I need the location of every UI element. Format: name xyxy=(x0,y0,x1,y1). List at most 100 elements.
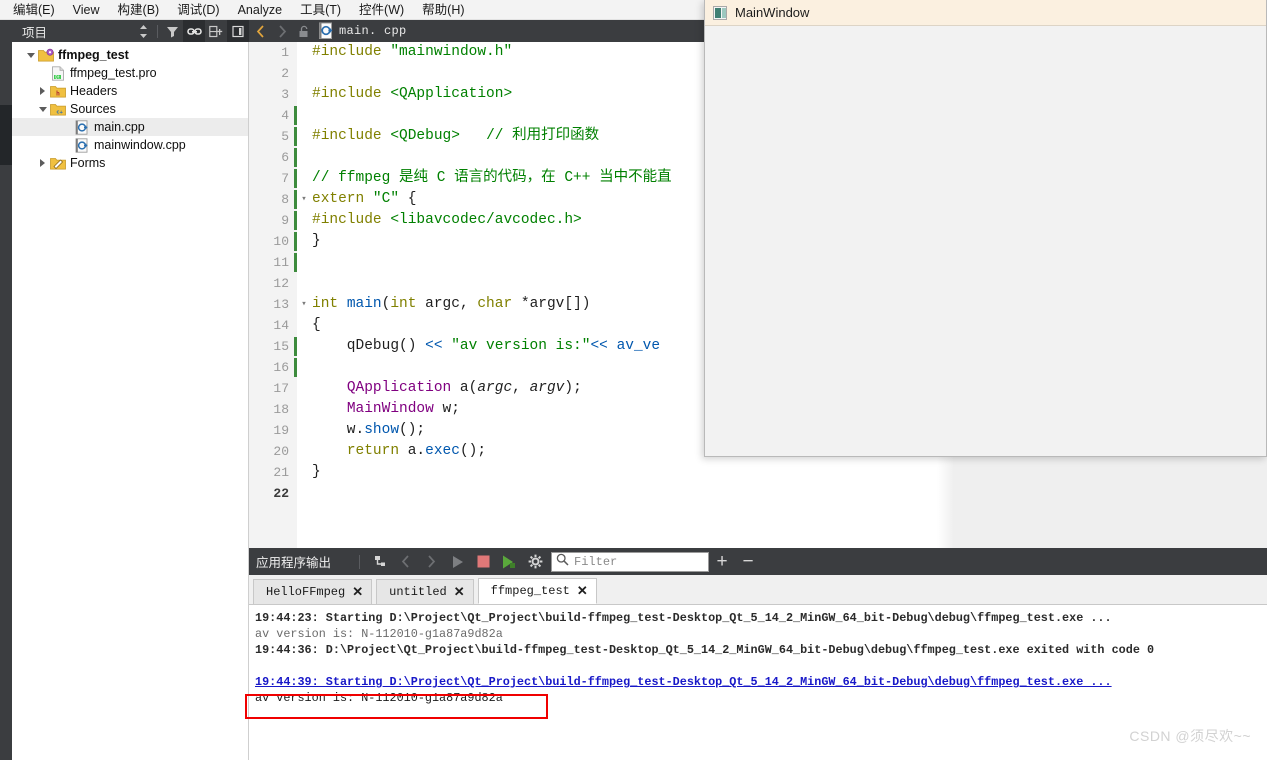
line-number: 2 xyxy=(281,66,289,81)
change-marker xyxy=(294,106,297,125)
code-text: #include <QApplication> xyxy=(312,84,512,105)
tree-item-main-cpp[interactable]: main.cpp xyxy=(12,118,248,136)
code-token: main xyxy=(346,296,382,312)
code-token: return xyxy=(346,443,408,459)
code-token: #include xyxy=(312,128,391,144)
chevron-down-icon[interactable] xyxy=(36,100,49,118)
filter-icon[interactable] xyxy=(161,20,183,42)
menu-item-build[interactable]: 构建(B) xyxy=(109,0,169,20)
fold-marker-icon[interactable]: ▾ xyxy=(297,189,311,210)
output-text-area[interactable]: 19:44:23: Starting D:\Project\Qt_Project… xyxy=(249,606,1267,760)
change-marker xyxy=(294,148,297,167)
tree-item-label: Sources xyxy=(70,102,116,116)
close-icon[interactable]: ✕ xyxy=(577,583,588,599)
prev-item-icon[interactable] xyxy=(392,548,418,575)
stop-icon[interactable] xyxy=(470,548,496,575)
output-tab-label: HelloFFmpeg xyxy=(266,585,346,599)
output-line[interactable]: 19:44:39: Starting D:\Project\Qt_Project… xyxy=(255,674,1267,690)
settings-gear-icon[interactable] xyxy=(522,548,548,575)
mode-selector-strip[interactable] xyxy=(0,20,12,760)
tree-item-label: main.cpp xyxy=(94,120,145,134)
fold-marker-icon[interactable]: ▾ xyxy=(297,294,311,315)
output-line[interactable]: 19:44:23: Starting D:\Project\Qt_Project… xyxy=(255,610,1267,626)
output-tab-untitled[interactable]: untitled ✕ xyxy=(376,579,474,604)
chevron-right-icon[interactable] xyxy=(36,82,49,100)
mainwindow-app-window[interactable]: MainWindow xyxy=(704,0,1267,457)
tree-item-label: ffmpeg_test.pro xyxy=(70,66,157,80)
project-tree[interactable]: ffmpeg_test Qt ffmpeg_test.pro h Headers… xyxy=(12,42,249,760)
code-token: "av version is:" xyxy=(451,338,591,354)
output-tab-helloffmpeg[interactable]: HelloFFmpeg ✕ xyxy=(253,579,373,604)
mainwindow-title-bar[interactable]: MainWindow xyxy=(705,0,1266,26)
tree-item-mainwindow-cpp[interactable]: mainwindow.cpp xyxy=(12,136,248,154)
editor-tab-filename[interactable]: main. cpp xyxy=(339,24,407,38)
change-marker xyxy=(294,232,297,251)
tree-item-headers[interactable]: h Headers xyxy=(12,82,248,100)
chevron-right-icon[interactable] xyxy=(36,154,49,172)
change-marker xyxy=(294,253,297,272)
code-token: MainWindow xyxy=(346,401,434,417)
line-number: 10 xyxy=(273,234,289,249)
headers-folder-icon: h xyxy=(49,82,67,100)
output-tab-ffmpeg-test[interactable]: ffmpeg_test ✕ xyxy=(477,578,597,604)
menu-item-view[interactable]: View xyxy=(64,0,109,20)
line-number: 12 xyxy=(273,276,289,291)
code-text: MainWindow w; xyxy=(312,399,460,420)
code-token: { xyxy=(399,191,417,207)
tree-item-ffmpeg-test-pro[interactable]: Qt ffmpeg_test.pro xyxy=(12,64,248,82)
zoom-in-button[interactable]: + xyxy=(709,548,735,575)
close-icon[interactable]: ✕ xyxy=(454,584,465,600)
attach-debugger-icon[interactable] xyxy=(366,548,392,575)
chevron-right-icon[interactable] xyxy=(271,20,293,42)
mainwindow-title: MainWindow xyxy=(735,5,810,20)
output-line[interactable]: 19:44:36: D:\Project\Qt_Project\build-ff… xyxy=(255,642,1267,658)
tree-item-ffmpeg-test[interactable]: ffmpeg_test xyxy=(12,46,248,64)
line-number: 4 xyxy=(281,108,289,123)
sort-updown-icon[interactable] xyxy=(132,20,154,42)
line-number: 1 xyxy=(281,45,289,60)
svg-text:h: h xyxy=(56,90,60,98)
chevron-left-icon[interactable] xyxy=(249,20,271,42)
chevron-down-icon[interactable] xyxy=(24,46,37,64)
output-line[interactable] xyxy=(255,658,1267,674)
change-marker xyxy=(294,337,297,356)
rerun-icon[interactable] xyxy=(496,548,522,575)
menu-item-analyze[interactable]: Analyze xyxy=(229,0,291,20)
mainwindow-client-area xyxy=(705,26,1266,456)
line-number: 7 xyxy=(281,171,289,186)
tree-item-sources[interactable]: c+ Sources xyxy=(12,100,248,118)
code-token: #include xyxy=(312,44,391,60)
run-icon[interactable] xyxy=(444,548,470,575)
tree-item-forms[interactable]: Forms xyxy=(12,154,248,172)
code-token: a. xyxy=(407,443,426,459)
cpp-file-icon xyxy=(73,136,91,154)
output-filter-field[interactable]: Filter xyxy=(551,551,710,572)
line-number: 15 xyxy=(273,339,289,354)
code-text: #include <QDebug> // 利用打印函数 xyxy=(312,126,599,147)
split-add-icon[interactable] xyxy=(205,20,227,42)
menu-item-debug[interactable]: 调试(D) xyxy=(168,0,228,20)
project-panel-title: 项目 xyxy=(22,25,48,40)
next-item-icon[interactable] xyxy=(418,548,444,575)
code-token: w. xyxy=(312,422,365,438)
output-line[interactable]: av version is: N-112010-g1a87a9d82a xyxy=(255,626,1267,642)
unlocked-icon[interactable] xyxy=(293,20,315,42)
code-text: int main(int argc, char *argv[]) xyxy=(312,294,591,315)
zoom-out-button[interactable]: − xyxy=(735,548,761,575)
code-token: , xyxy=(459,296,478,312)
close-icon[interactable]: ✕ xyxy=(352,584,363,600)
code-token: { xyxy=(312,317,321,333)
code-text: } xyxy=(312,231,321,252)
output-tab-strip: HelloFFmpeg ✕ untitled ✕ ffmpeg_test ✕ xyxy=(249,575,1267,605)
code-token: "mainwindow.h" xyxy=(390,44,513,60)
menu-item-widgets[interactable]: 控件(W) xyxy=(350,0,413,20)
output-tab-label: ffmpeg_test xyxy=(490,584,570,598)
menu-item-tools[interactable]: 工具(T) xyxy=(291,0,350,20)
menu-item-edit[interactable]: 编辑(E) xyxy=(4,0,64,20)
menu-item-help[interactable]: 帮助(H) xyxy=(413,0,473,20)
line-number: 9 xyxy=(281,213,289,228)
link-icon[interactable] xyxy=(183,20,205,42)
close-panel-icon[interactable] xyxy=(227,20,249,42)
